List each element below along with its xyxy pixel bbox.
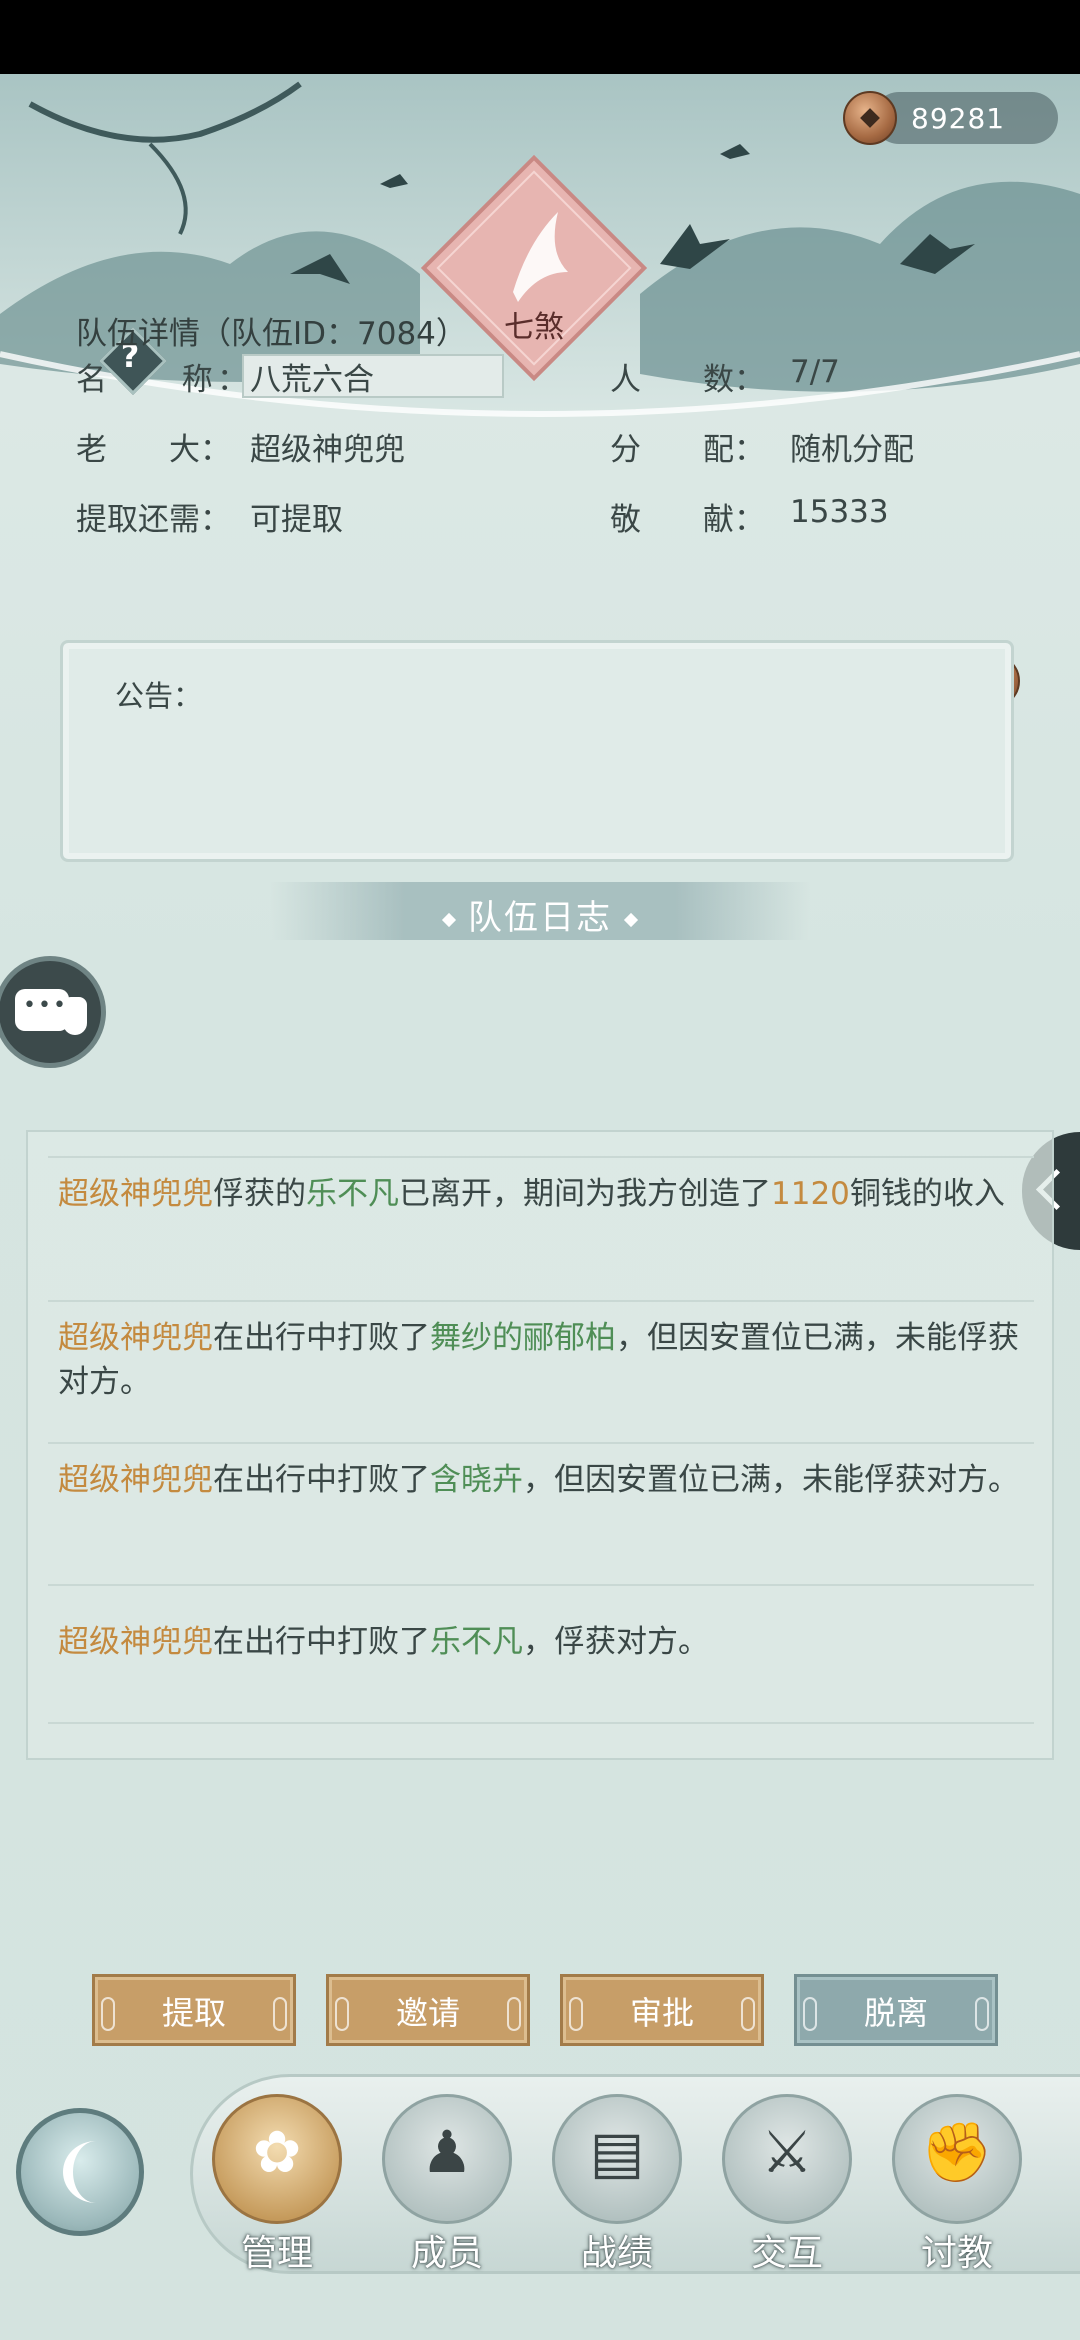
team-name-row: 名 称： bbox=[76, 354, 248, 399]
log-panel: 超级神兜兜俘获的乐不凡已离开，期间为我方创造了1120铜钱的收入 超级神兜兜在出… bbox=[26, 1130, 1054, 1760]
trident-icon: ⚔ bbox=[761, 2118, 813, 2186]
members-label: 人 数： bbox=[610, 362, 765, 398]
log-entry: 超级神兜兜俘获的乐不凡已离开，期间为我方创造了1120铜钱的收入 bbox=[58, 1176, 1005, 1212]
chat-button[interactable] bbox=[0, 956, 106, 1068]
chat-bubble-icon bbox=[15, 989, 69, 1031]
copper-coin-icon bbox=[843, 91, 897, 145]
team-page: 89281 ? 七煞 队伍详情（队伍ID：7084） 名 称： 八荒六合 人 数… bbox=[0, 74, 1080, 2340]
log-separator bbox=[48, 1442, 1034, 1444]
withdraw-label: 提取还需： bbox=[76, 502, 231, 538]
leader-label: 老 大： bbox=[76, 432, 231, 468]
notice-label: 公告： bbox=[115, 679, 203, 713]
contribution-label: 敬 献： bbox=[610, 502, 765, 538]
members-icon: ♟ bbox=[421, 2118, 473, 2186]
leave-button[interactable]: 脱离 bbox=[794, 1974, 998, 2046]
currency-amount: 89281 bbox=[911, 102, 1006, 135]
log-separator bbox=[48, 1722, 1034, 1724]
distribution-label: 分 配： bbox=[610, 432, 765, 468]
emblem-label: 七煞 bbox=[504, 310, 564, 345]
scroll-icon: ▤ bbox=[589, 2118, 645, 2186]
log-separator bbox=[48, 1584, 1034, 1586]
members-value: 7/7 bbox=[790, 354, 840, 390]
log-separator bbox=[48, 1156, 1034, 1158]
nav-manage[interactable]: ✿ 管理 bbox=[212, 2094, 342, 2274]
log-title-bar: 队伍日志 bbox=[270, 882, 810, 940]
log-entry: 超级神兜兜在出行中打败了舞纱的郦郁柏，但因安置位已满，未能俘获对方。 bbox=[58, 1320, 1019, 1400]
back-arrow-icon bbox=[63, 2141, 129, 2203]
nav-teach[interactable]: ✊ 讨教 bbox=[892, 2094, 1022, 2274]
leader-value: 超级神兜兜 bbox=[250, 432, 405, 468]
withdraw-value: 可提取 bbox=[250, 502, 343, 538]
notice-box: 公告： bbox=[60, 640, 1014, 862]
nav-members[interactable]: ♟ 成员 bbox=[382, 2094, 512, 2274]
nav-interact[interactable]: ⚔ 交互 bbox=[722, 2094, 852, 2274]
approve-button[interactable]: 审批 bbox=[560, 1974, 764, 2046]
withdraw-button[interactable]: 提取 bbox=[92, 1974, 296, 2046]
log-entry: 超级神兜兜在出行中打败了乐不凡，俘获对方。 bbox=[58, 1624, 709, 1660]
team-name-value: 八荒六合 bbox=[250, 362, 374, 398]
back-button[interactable] bbox=[16, 2108, 144, 2236]
log-separator bbox=[48, 1300, 1034, 1302]
lotus-icon: ✿ bbox=[252, 2118, 302, 2186]
log-entry: 超级神兜兜在出行中打败了含晓卉，但因安置位已满，未能俘获对方。 bbox=[58, 1462, 1019, 1498]
nav-record[interactable]: ▤ 战绩 bbox=[552, 2094, 682, 2274]
log-title: 队伍日志 bbox=[468, 898, 612, 938]
fist-icon: ✊ bbox=[920, 2118, 994, 2186]
vase-icon bbox=[63, 997, 87, 1035]
team-name-label: 名 称： bbox=[76, 362, 248, 398]
contribution-value: 15333 bbox=[790, 494, 889, 530]
distribution-value: 随机分配 bbox=[790, 432, 914, 468]
status-bar bbox=[0, 0, 1080, 74]
invite-button[interactable]: 邀请 bbox=[326, 1974, 530, 2046]
team-info-title: 队伍详情（队伍ID：7084） bbox=[76, 316, 467, 352]
currency-display: 89281 bbox=[843, 91, 1058, 145]
